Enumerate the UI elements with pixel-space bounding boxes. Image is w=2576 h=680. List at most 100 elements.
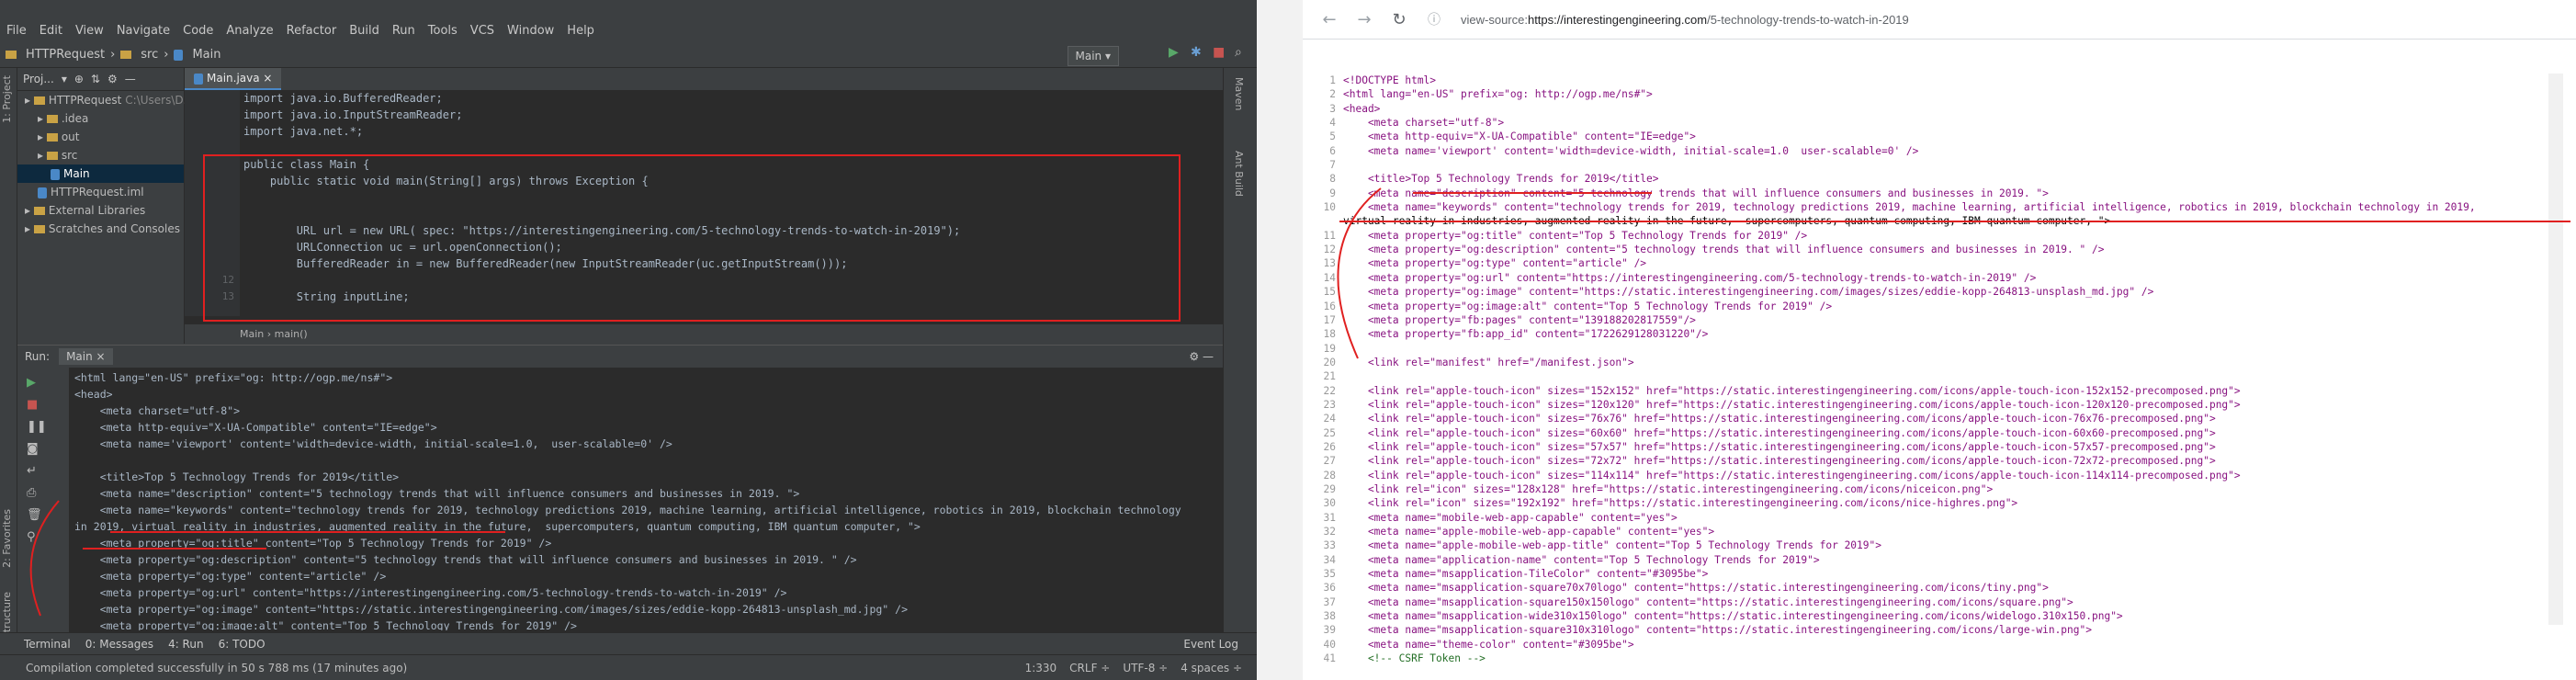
source-line: 20 <link rel="manifest" href="/manifest.… bbox=[1303, 356, 2558, 369]
run-console-output[interactable]: <html lang="en-US" prefix="og: http://og… bbox=[74, 369, 1218, 630]
stop-icon[interactable]: ■ bbox=[1213, 46, 1226, 59]
url-prefix: view-source: bbox=[1461, 12, 1528, 27]
address-bar[interactable]: view-source:https://interestingengineeri… bbox=[1461, 13, 1909, 27]
forward-arrow-icon[interactable]: → bbox=[1356, 10, 1373, 29]
camera-icon[interactable]: ◙ bbox=[27, 443, 40, 456]
tree-item[interactable]: Main bbox=[17, 164, 184, 183]
project-tool-window: Proj... ▾ ⊕ ⇅ ⚙ — ▸ HTTPRequest C:\Users\… bbox=[17, 68, 194, 344]
console-line: <meta charset="utf-8"> bbox=[74, 404, 241, 417]
screen-gap bbox=[1257, 0, 1303, 680]
menu-item-help[interactable]: Help bbox=[560, 24, 601, 38]
menu-item-tools[interactable]: Tools bbox=[422, 24, 464, 38]
event-log-tab[interactable]: Event Log bbox=[1183, 638, 1238, 651]
nav-crumb-main[interactable]: Main bbox=[192, 48, 220, 62]
status-widget[interactable]: CRLF ÷ bbox=[1069, 662, 1110, 674]
debug-icon[interactable]: ✱ bbox=[1191, 46, 1203, 59]
source-line: 18 <meta property="fb:app_id" content="1… bbox=[1303, 327, 2558, 341]
bottom-tab[interactable]: 4: Run bbox=[168, 638, 204, 651]
chevron-right-icon[interactable]: ▸ bbox=[38, 149, 47, 162]
search-icon[interactable]: ⌕ bbox=[1235, 46, 1248, 59]
stop-icon[interactable]: ■ bbox=[27, 399, 40, 412]
source-line: 40 <meta name="theme-color" content="#30… bbox=[1303, 638, 2558, 652]
reload-icon[interactable]: ↻ bbox=[1391, 10, 1407, 29]
nav-crumb-src[interactable]: src bbox=[141, 48, 158, 62]
source-line: 25 <link rel="apple-touch-icon" sizes="6… bbox=[1303, 426, 2558, 440]
menu-item-code[interactable]: Code bbox=[176, 24, 220, 38]
chevron-right-icon[interactable]: ▸ bbox=[38, 130, 47, 143]
project-panel-title[interactable]: Proj... bbox=[23, 73, 54, 85]
editor-breadcrumb[interactable]: Main › main() bbox=[185, 323, 1223, 344]
menu-item-analyze[interactable]: Analyze bbox=[220, 24, 279, 38]
tree-item-label: .idea bbox=[61, 112, 89, 125]
source-line-text: <meta name="application-name" content="T… bbox=[1343, 553, 1820, 566]
run-tab-main[interactable]: Main × bbox=[59, 348, 113, 365]
console-line: <head> bbox=[74, 388, 113, 401]
annotation-underline bbox=[1413, 192, 1652, 194]
source-line: 1 <!DOCTYPE html> bbox=[1303, 74, 2558, 87]
tree-item-path: C:\Users\D... bbox=[125, 94, 195, 107]
menu-item-vcs[interactable]: VCS bbox=[464, 24, 501, 38]
back-arrow-icon[interactable]: ← bbox=[1321, 10, 1338, 29]
source-line-number: 35 bbox=[1323, 568, 1336, 581]
menu-item-run[interactable]: Run bbox=[386, 24, 422, 38]
menu-item-view[interactable]: View bbox=[69, 24, 110, 38]
editor-tab-main-java[interactable]: Main.java × bbox=[185, 68, 282, 90]
run-icon[interactable]: ▶ bbox=[1169, 46, 1181, 59]
maven-tool-tab[interactable]: Maven bbox=[1233, 77, 1245, 110]
menu-item-build[interactable]: Build bbox=[343, 24, 386, 38]
target-icon[interactable]: ⊕ bbox=[74, 73, 84, 85]
nav-crumb-project[interactable]: HTTPRequest bbox=[26, 48, 105, 62]
ant-build-tool-tab[interactable]: Ant Build bbox=[1233, 151, 1245, 197]
vertical-scrollbar[interactable] bbox=[2548, 74, 2563, 625]
chevron-down-icon[interactable]: ▾ bbox=[62, 73, 67, 85]
menu-item-navigate[interactable]: Navigate bbox=[110, 24, 176, 38]
source-line-text: <meta name="msapplication-square70x70log… bbox=[1343, 582, 2049, 595]
status-widget[interactable]: 4 spaces ÷ bbox=[1181, 662, 1242, 674]
menu-item-refactor[interactable]: Refactor bbox=[280, 24, 344, 38]
project-tool-tab[interactable]: 1: Project bbox=[1, 75, 13, 123]
chevron-right-icon[interactable]: ▸ bbox=[25, 204, 34, 217]
chevron-right-icon[interactable]: ▸ bbox=[25, 222, 34, 235]
source-line-number: 40 bbox=[1323, 638, 1336, 651]
tree-item[interactable]: ▸ Scratches and Consoles bbox=[17, 220, 184, 238]
project-folder-icon bbox=[6, 51, 17, 59]
status-right-widgets: 1:330 CRLF ÷ UTF-8 ÷ 4 spaces ÷ bbox=[1025, 655, 1242, 680]
tree-item[interactable]: ▸ out bbox=[17, 128, 184, 146]
status-widget[interactable]: UTF-8 ÷ bbox=[1123, 662, 1168, 674]
pause-icon[interactable]: ❚❚ bbox=[27, 421, 47, 434]
status-widget[interactable]: 1:330 bbox=[1025, 662, 1057, 674]
source-line-number: 23 bbox=[1323, 398, 1336, 411]
rerun-icon[interactable]: ▶ bbox=[27, 377, 40, 390]
collapse-icon[interactable]: ⇅ bbox=[91, 73, 100, 85]
tree-item[interactable]: ▸ src bbox=[17, 146, 184, 164]
tree-item[interactable]: ▸ .idea bbox=[17, 109, 184, 128]
menu-item-window[interactable]: Window bbox=[501, 24, 560, 38]
run-config-label: Main bbox=[1075, 50, 1102, 62]
run-configuration-select[interactable]: Main ▾ bbox=[1067, 46, 1119, 66]
page-source-view[interactable]: 1 <!DOCTYPE html> 2 <html lang="en-US" pref… bbox=[1303, 74, 2558, 680]
source-line: 5 <meta http-equiv="X-UA-Compatible" con… bbox=[1303, 130, 2558, 143]
menu-item-edit[interactable]: Edit bbox=[33, 24, 69, 38]
info-icon[interactable]: ⓘ bbox=[1426, 10, 1442, 28]
chevron-right-icon[interactable]: ▸ bbox=[38, 112, 47, 125]
favorites-tool-tab[interactable]: 2: Favorites bbox=[1, 509, 13, 568]
gear-icon[interactable]: ⚙ bbox=[107, 73, 118, 85]
gear-icon[interactable]: ⚙ — bbox=[1189, 350, 1214, 363]
console-line: <title>Top 5 Technology Trends for 2019<… bbox=[74, 470, 400, 483]
ide-status-bar: Compilation completed successfully in 50… bbox=[0, 654, 1257, 680]
tree-item[interactable]: HTTPRequest.iml bbox=[17, 183, 184, 201]
bottom-tab[interactable]: Terminal bbox=[24, 638, 71, 651]
source-line: 39 <meta name="msapplication-square310x3… bbox=[1303, 623, 2558, 637]
source-line-text: <meta property="fb:app_id" content="1722… bbox=[1343, 328, 1709, 341]
menu-item-file[interactable]: File bbox=[0, 24, 33, 38]
source-line-text: <meta property="og:type" content="articl… bbox=[1343, 257, 1647, 270]
tree-item[interactable]: ▸ HTTPRequest C:\Users\D... bbox=[17, 91, 194, 109]
bottom-tab[interactable]: 0: Messages bbox=[85, 638, 153, 651]
annotation-underline bbox=[1339, 221, 2570, 222]
tree-item[interactable]: ▸ External Libraries bbox=[17, 201, 184, 220]
bottom-tab[interactable]: 6: TODO bbox=[219, 638, 266, 651]
hide-icon[interactable]: — bbox=[125, 73, 136, 85]
soft-wrap-icon[interactable]: ↵ bbox=[27, 465, 40, 478]
source-line-text: <link rel="apple-touch-icon" sizes="120x… bbox=[1343, 398, 2241, 411]
chevron-right-icon[interactable]: ▸ bbox=[25, 94, 34, 107]
